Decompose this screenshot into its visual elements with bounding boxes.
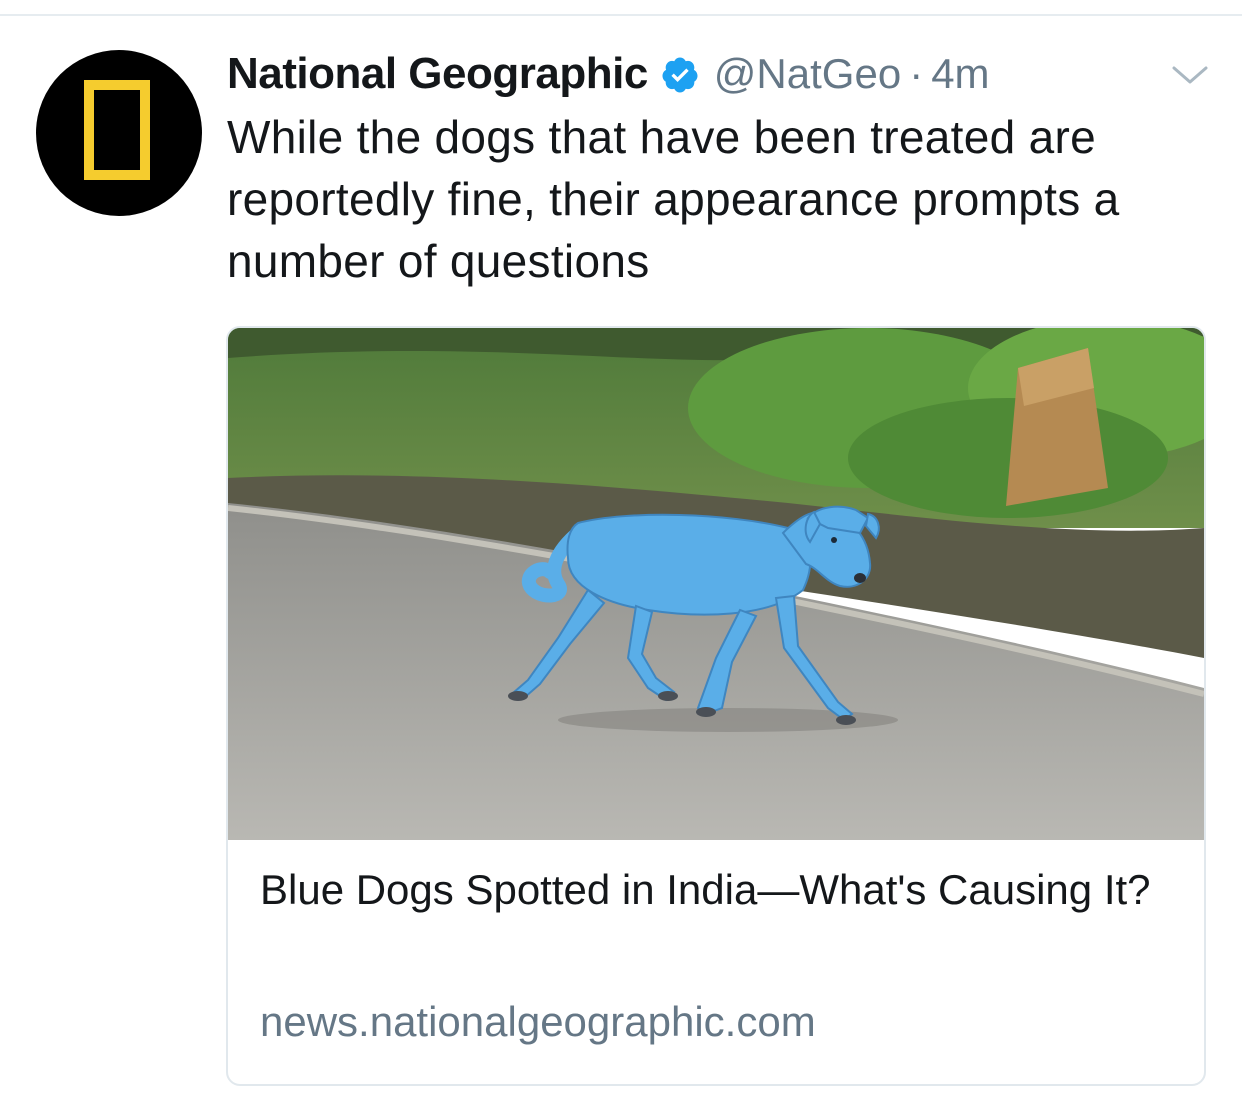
card-image[interactable] bbox=[228, 328, 1204, 840]
separator-dot: · bbox=[909, 50, 924, 97]
timestamp[interactable]: 4m bbox=[931, 50, 989, 98]
blue-dog-photo bbox=[228, 328, 1204, 840]
avatar[interactable] bbox=[36, 50, 202, 216]
tweet-header: National Geographic @NatGeo · 4m bbox=[227, 46, 990, 102]
natgeo-logo-icon bbox=[84, 80, 150, 180]
author-handle[interactable]: @NatGeo bbox=[714, 50, 901, 98]
top-divider bbox=[0, 14, 1242, 16]
chevron-down-icon[interactable] bbox=[1168, 60, 1212, 90]
author-name[interactable]: National Geographic bbox=[227, 49, 648, 99]
card-domain[interactable]: news.nationalgeographic.com bbox=[260, 994, 816, 1050]
card-title[interactable]: Blue Dogs Spotted in India—What's Causin… bbox=[260, 862, 1160, 918]
link-card[interactable]: Blue Dogs Spotted in India—What's Causin… bbox=[226, 326, 1206, 1086]
tweet-text: While the dogs that have been treated ar… bbox=[227, 111, 1120, 287]
verified-badge-icon bbox=[662, 57, 698, 93]
